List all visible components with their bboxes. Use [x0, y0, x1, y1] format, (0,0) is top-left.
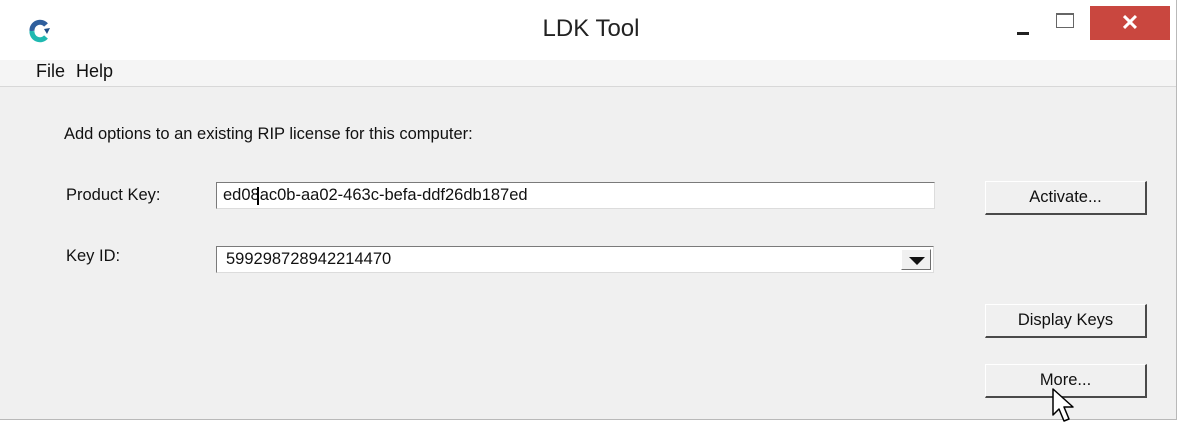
- dropdown-arrow-button[interactable]: [901, 249, 931, 270]
- key-id-dropdown[interactable]: 599298728942214470: [216, 246, 934, 273]
- menu-bar: File Help: [0, 60, 1176, 87]
- close-button[interactable]: ✕: [1090, 6, 1170, 40]
- activate-button[interactable]: Activate...: [985, 181, 1147, 215]
- maximize-button[interactable]: [1048, 10, 1088, 42]
- title-bar[interactable]: LDK Tool ✕: [0, 0, 1176, 60]
- menu-help[interactable]: Help: [76, 61, 113, 82]
- instruction-text: Add options to an existing RIP license f…: [64, 125, 473, 143]
- display-keys-button[interactable]: Display Keys: [985, 304, 1147, 338]
- menu-file[interactable]: File: [36, 61, 65, 82]
- ldk-tool-window: LDK Tool ✕ File Help Add options to an e…: [0, 0, 1177, 422]
- product-key-label: Product Key:: [66, 186, 161, 204]
- product-key-value: ed08ac0b-aa02-463c-befa-ddf26db187ed: [223, 186, 528, 204]
- maximize-icon: [1056, 13, 1074, 28]
- minimize-button[interactable]: [1000, 10, 1046, 42]
- mouse-pointer-icon: [1052, 388, 1074, 422]
- key-id-value: 599298728942214470: [226, 250, 392, 268]
- text-caret: [257, 187, 259, 205]
- chevron-down-icon: [909, 257, 925, 265]
- minimize-icon: [1017, 32, 1029, 35]
- key-id-label: Key ID:: [66, 247, 121, 265]
- product-key-input[interactable]: ed08ac0b-aa02-463c-befa-ddf26db187ed: [216, 182, 935, 209]
- close-icon: ✕: [1120, 10, 1140, 35]
